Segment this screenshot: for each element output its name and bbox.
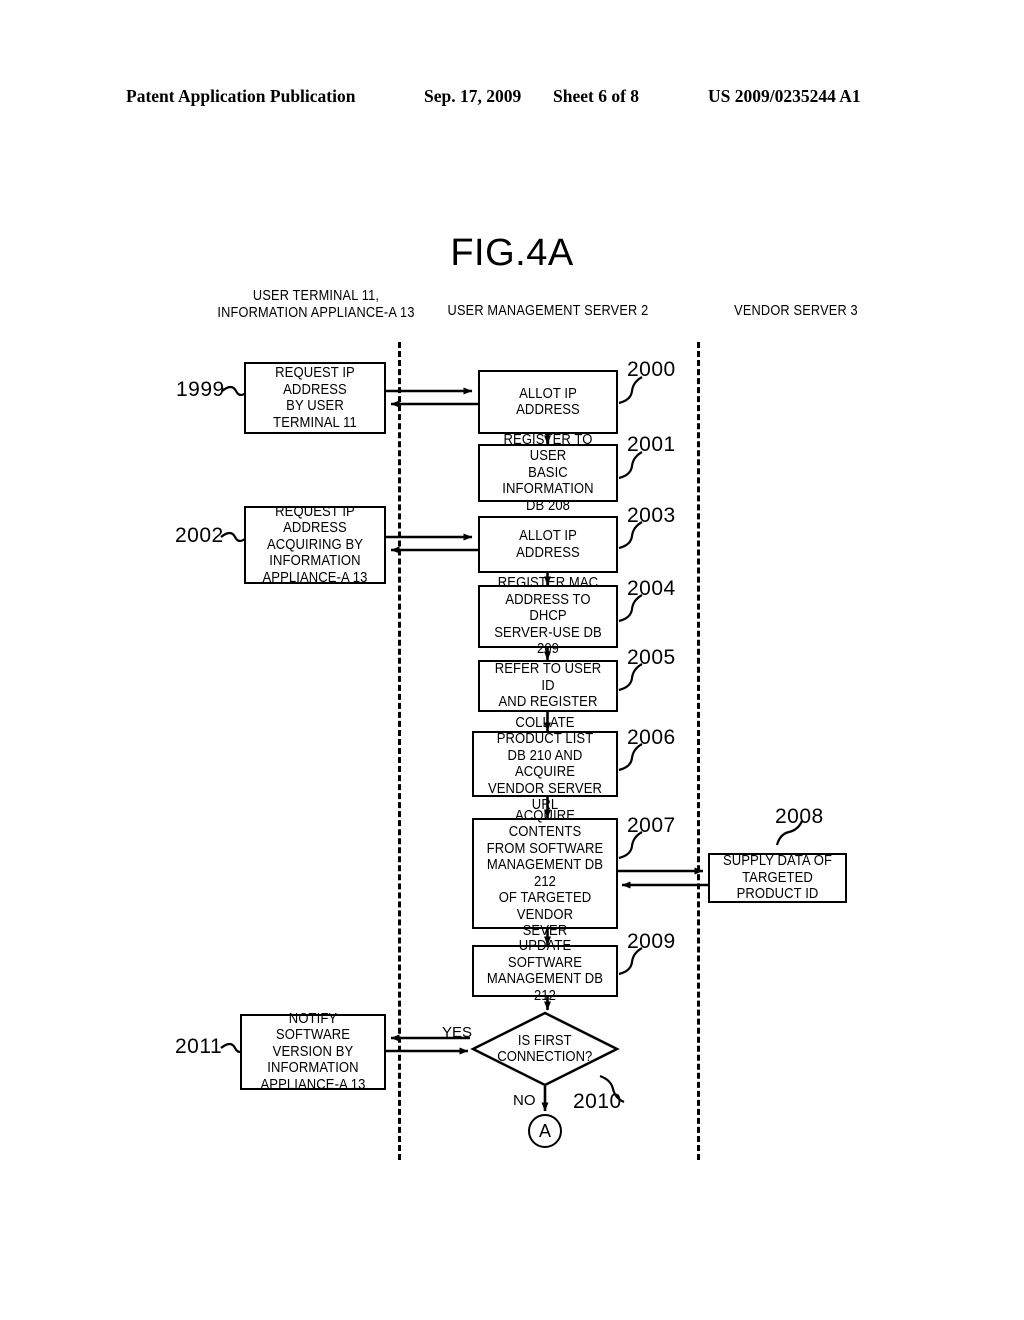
step-numeral-2007: 2007 (627, 814, 676, 837)
edge-label-yes: YES (442, 1024, 473, 1041)
node-label: UPDATE SOFTWARE MANAGEMENT DB 212 (486, 938, 604, 1004)
node-label: REQUEST IP ADDRESS BY USER TERMINAL 11 (273, 365, 357, 431)
node-label: COLLATE PRODUCT LIST DB 210 AND ACQUIRE … (487, 714, 603, 814)
decision-diamond-shape (470, 1011, 620, 1087)
node-request-ip-address-acquiring-by-information-appliance[interactable]: REQUEST IP ADDRESS ACQUIRING BY INFORMAT… (244, 503, 386, 586)
node-collate-product-list-db-and-acquire-vendor-server-url[interactable]: COLLATE PRODUCT LIST DB 210 AND ACQUIRE … (472, 715, 618, 813)
step-numeral-2009: 2009 (627, 930, 676, 953)
node-label: REFER TO USER ID AND REGISTER (494, 661, 602, 711)
node-label: REGISTER TO USER BASIC INFORMATION DB 20… (502, 431, 594, 514)
connector-a-label: A (538, 1120, 551, 1141)
connector-a-circle[interactable]: A (528, 1114, 562, 1148)
step-numeral-2006: 2006 (627, 726, 676, 749)
step-numeral-2004: 2004 (627, 577, 676, 600)
node-register-to-user-basic-information-db[interactable]: REGISTER TO USER BASIC INFORMATION DB 20… (478, 432, 618, 514)
step-numeral-1999: 1999 (176, 378, 225, 401)
step-numeral-2001: 2001 (627, 433, 676, 456)
lane-header-vendor-server: VENDOR SERVER 3 (734, 303, 858, 319)
node-acquire-contents-from-software-management-db[interactable]: ACQUIRE CONTENTS FROM SOFTWARE MANAGEMEN… (472, 808, 618, 939)
lane-header-user-management-server: USER MANAGEMENT SERVER 2 (447, 303, 649, 319)
edge-label-no: NO (513, 1092, 536, 1109)
node-label: SUPPLY DATA OF TARGETED PRODUCT ID (722, 853, 833, 903)
step-numeral-2010: 2010 (573, 1090, 622, 1113)
lane-divider-right (697, 342, 700, 1160)
node-label: ACQUIRE CONTENTS FROM SOFTWARE MANAGEMEN… (486, 807, 604, 940)
node-register-mac-address-to-dhcp-server-db[interactable]: REGISTER MAC ADDRESS TO DHCP SERVER-USE … (478, 575, 618, 657)
node-update-software-management-db[interactable]: UPDATE SOFTWARE MANAGEMENT DB 212 (472, 938, 618, 1004)
node-label: ALLOT IP ADDRESS (516, 528, 580, 561)
step-numeral-2000: 2000 (627, 358, 676, 381)
step-numeral-2008: 2008 (775, 805, 824, 828)
node-is-first-connection-decision[interactable]: IS FIRST CONNECTION? (470, 1011, 620, 1087)
node-request-ip-address-by-user-terminal[interactable]: REQUEST IP ADDRESS BY USER TERMINAL 11 (244, 362, 386, 434)
node-supply-data-of-targeted-product-id[interactable]: SUPPLY DATA OF TARGETED PRODUCT ID (708, 853, 847, 903)
node-notify-software-version-by-information-appliance[interactable]: NOTIFY SOFTWARE VERSION BY INFORMATION A… (240, 1011, 386, 1093)
node-allot-ip-address-2[interactable]: ALLOT IP ADDRESS (478, 516, 618, 573)
step-numeral-2005: 2005 (627, 646, 676, 669)
step-numeral-2002: 2002 (175, 524, 224, 547)
flowchart-diagram: USER TERMINAL 11, INFORMATION APPLIANCE-… (0, 0, 1024, 1320)
step-numeral-2011: 2011 (175, 1035, 223, 1058)
node-label: REQUEST IP ADDRESS ACQUIRING BY INFORMAT… (262, 503, 368, 586)
node-allot-ip-address-1[interactable]: ALLOT IP ADDRESS (478, 370, 618, 434)
node-label: NOTIFY SOFTWARE VERSION BY INFORMATION A… (260, 1010, 366, 1093)
node-refer-to-user-id-and-register[interactable]: REFER TO USER ID AND REGISTER (478, 660, 618, 712)
node-label: REGISTER MAC ADDRESS TO DHCP SERVER-USE … (494, 575, 602, 658)
node-label: ALLOT IP ADDRESS (516, 385, 580, 419)
step-numeral-2003: 2003 (627, 504, 676, 527)
lane-divider-left (398, 342, 401, 1160)
